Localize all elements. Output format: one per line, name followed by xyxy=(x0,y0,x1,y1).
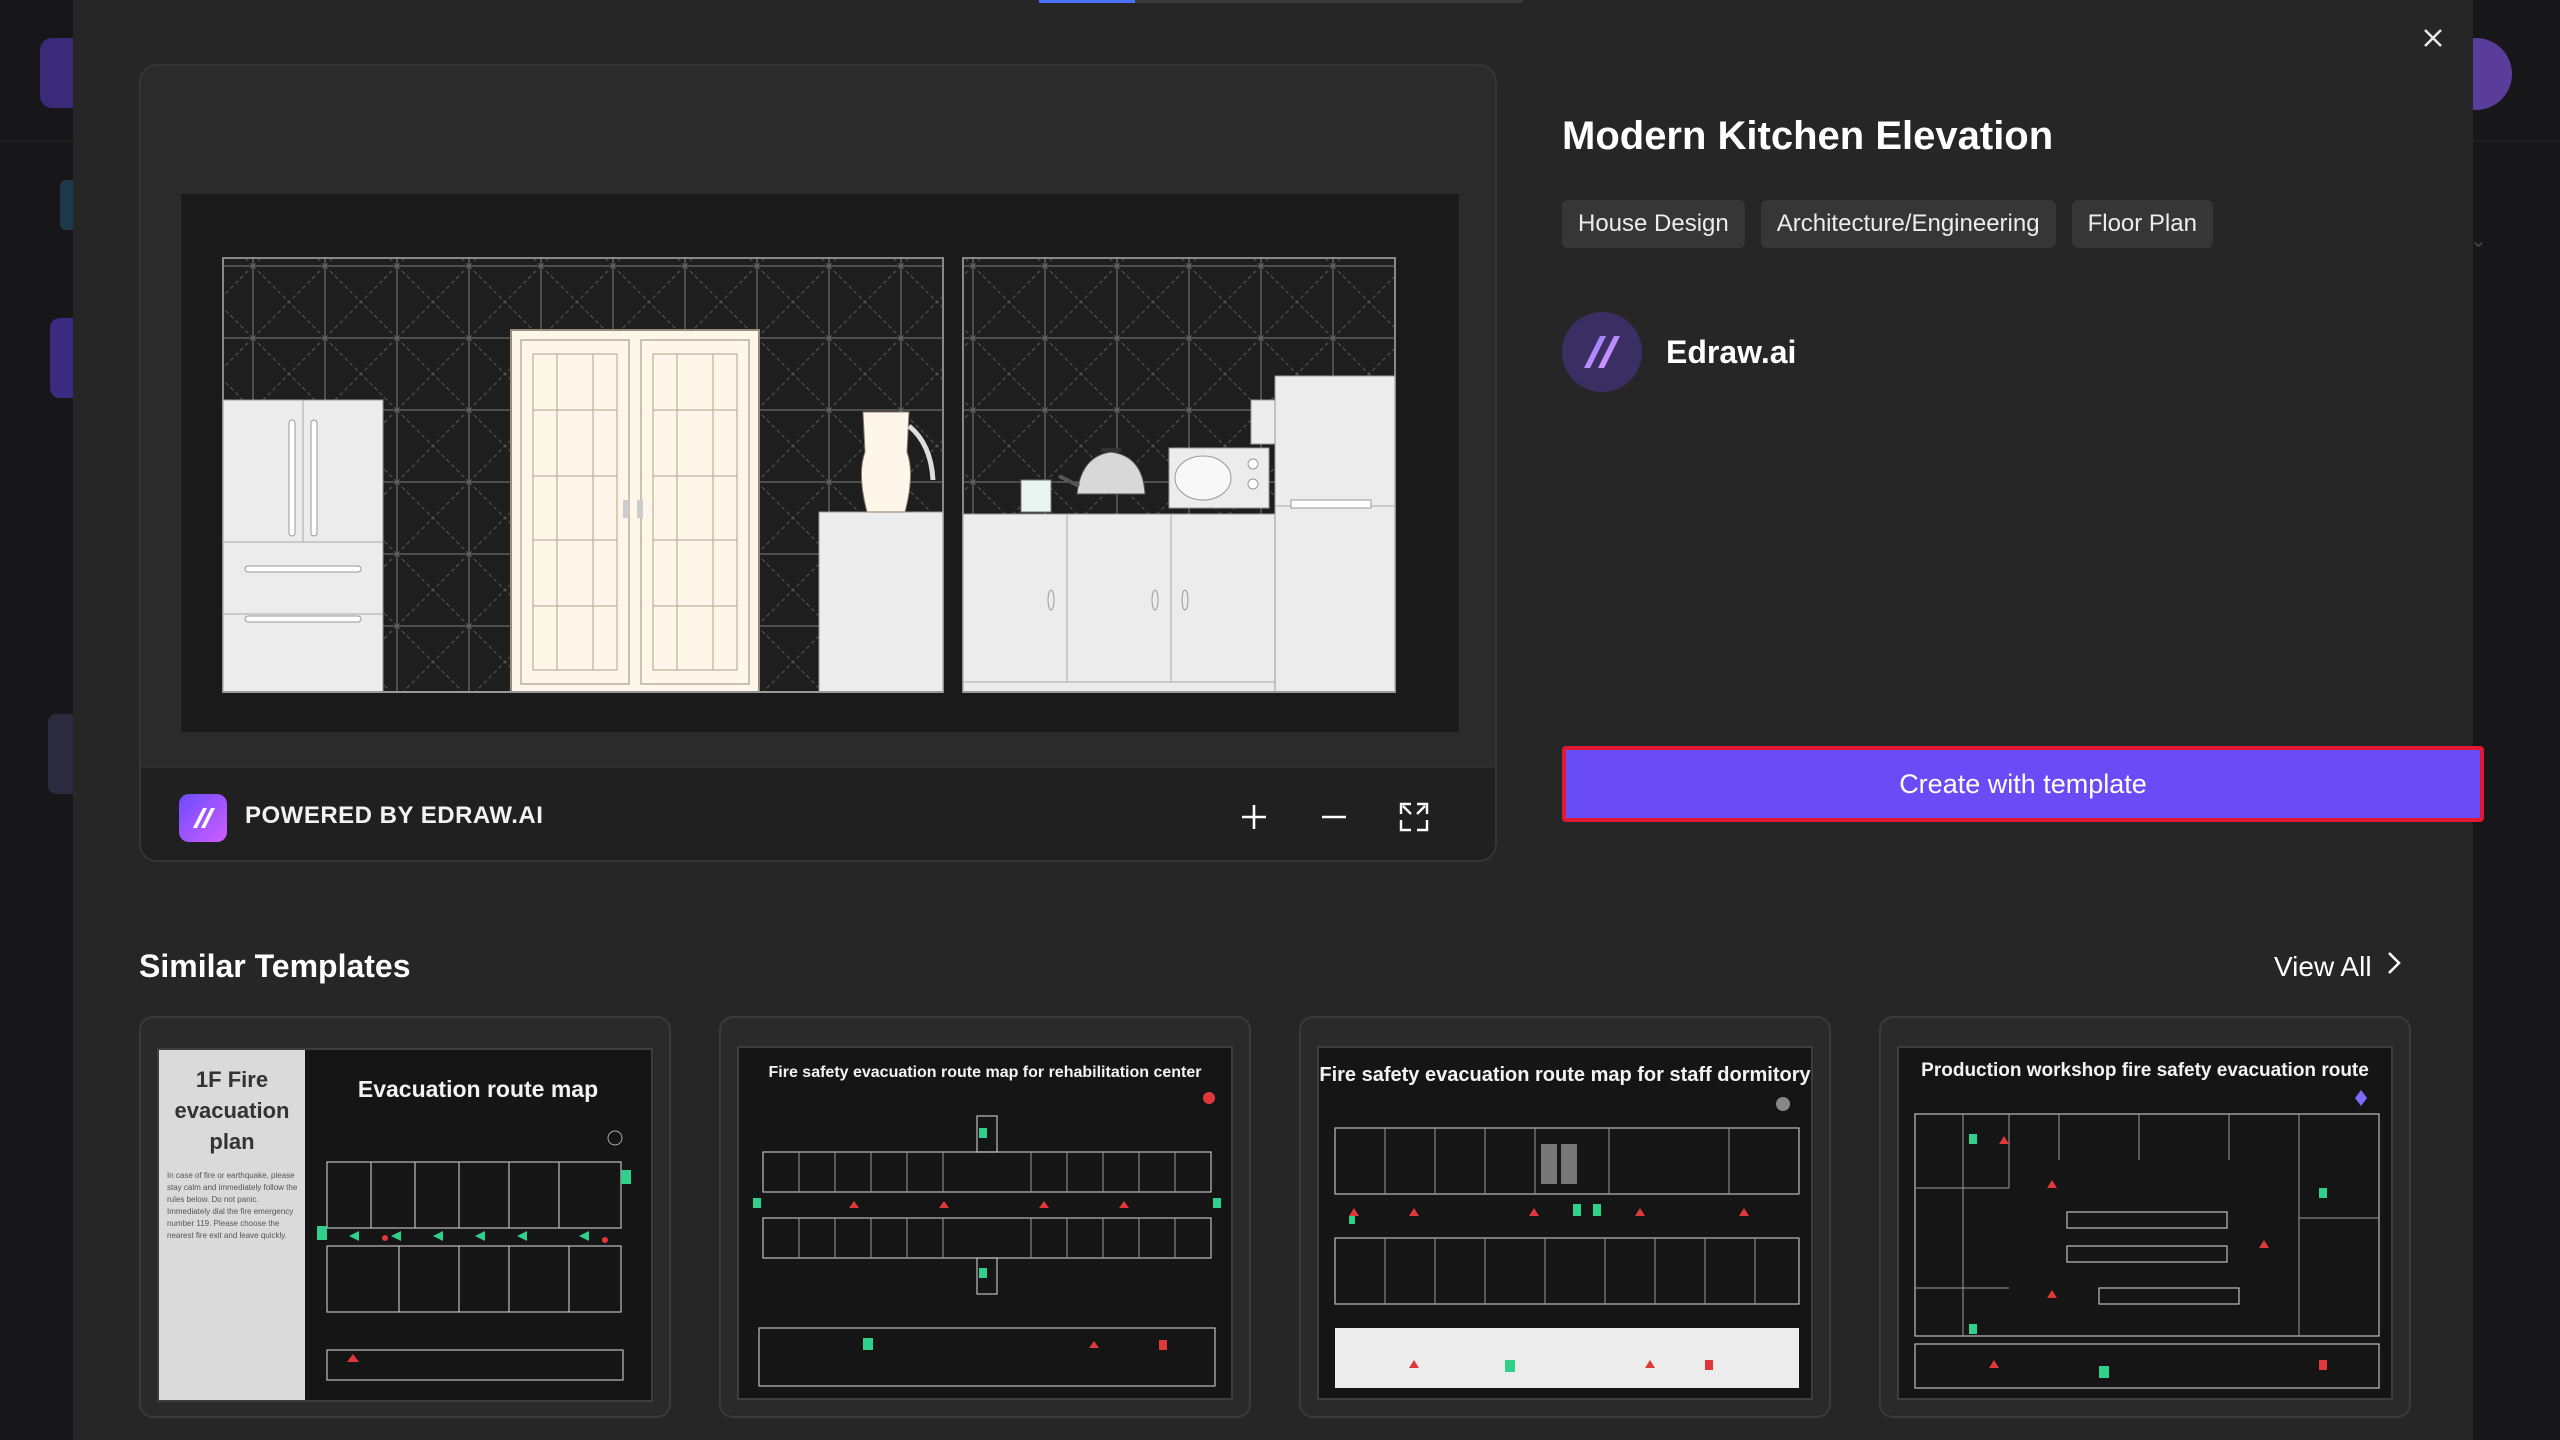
tag-floor-plan[interactable]: Floor Plan xyxy=(2071,200,2213,248)
author-name: Edraw.ai xyxy=(1666,333,1797,370)
edraw-logo-icon xyxy=(179,794,227,842)
tag-list: House Design Architecture/Engineering Fl… xyxy=(1562,200,2213,248)
evacuation-map-drawing xyxy=(1914,1090,2380,1389)
view-all-label: View All xyxy=(2274,950,2372,982)
close-icon[interactable] xyxy=(2415,20,2451,56)
template-card[interactable]: Production workshop fire safety evacuati… xyxy=(1879,1016,2411,1418)
zoom-in-button[interactable] xyxy=(1231,794,1277,840)
evacuation-map-drawing xyxy=(317,1130,631,1381)
template-thumbnail: Fire safety evacuation route map for reh… xyxy=(737,1046,1233,1400)
tag-architecture-engineering[interactable]: Architecture/Engineering xyxy=(1760,200,2056,248)
background-chevron-icon: ⌄ xyxy=(2470,230,2487,252)
fullscreen-button[interactable] xyxy=(1391,794,1437,840)
evacuation-map-drawing xyxy=(753,1092,1221,1387)
preview-footer: POWERED BY EDRAW.AI xyxy=(141,766,1495,860)
template-author: Edraw.ai xyxy=(1562,312,1796,392)
tag-house-design[interactable]: House Design xyxy=(1562,200,1745,248)
zoom-out-button[interactable] xyxy=(1311,794,1357,840)
create-with-template-button[interactable]: Create with template xyxy=(1562,746,2484,822)
powered-by-label: POWERED BY EDRAW.AI xyxy=(245,802,544,829)
edraw-logo-icon xyxy=(1562,312,1642,392)
similar-templates-heading: Similar Templates xyxy=(139,948,411,984)
template-card[interactable]: Fire safety evacuation route map for reh… xyxy=(719,1016,1251,1418)
template-title: Modern Kitchen Elevation xyxy=(1562,114,2054,158)
similar-templates-list: 1F Fire evacuation plan In case of fire … xyxy=(139,1016,2479,1420)
template-card[interactable]: Fire safety evacuation route map for sta… xyxy=(1299,1016,1831,1418)
template-preview: POWERED BY EDRAW.AI xyxy=(139,64,1497,862)
view-all-link[interactable]: View All xyxy=(2274,950,2402,983)
template-card[interactable]: 1F Fire evacuation plan In case of fire … xyxy=(139,1016,671,1418)
kitchen-elevation-drawing[interactable] xyxy=(181,194,1459,732)
template-modal: POWERED BY EDRAW.AI Modern Kitchen Eleva… xyxy=(73,0,2484,1440)
template-thumbnail: Fire safety evacuation route map for sta… xyxy=(1317,1046,1813,1400)
template-thumbnail: Production workshop fire safety evacuati… xyxy=(1897,1046,2393,1400)
evacuation-map-drawing xyxy=(1334,1097,1800,1388)
chevron-right-icon xyxy=(2386,950,2402,983)
template-thumbnail: 1F Fire evacuation plan In case of fire … xyxy=(157,1048,653,1402)
top-progress-indicator xyxy=(1039,0,1523,3)
